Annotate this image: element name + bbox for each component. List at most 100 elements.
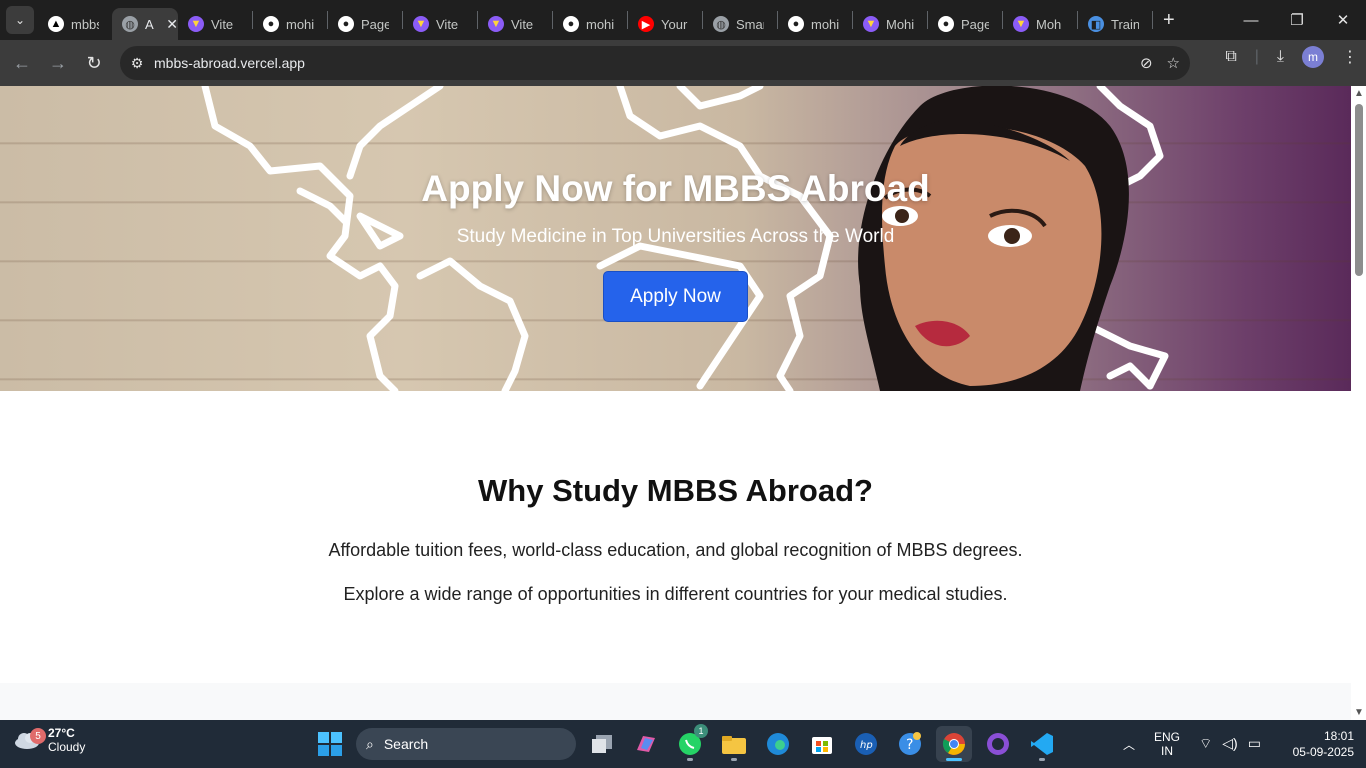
browser-tab[interactable]: ▲ mbbs (38, 8, 112, 40)
browser-tab[interactable]: ▼ Vite (178, 8, 252, 40)
weather-widget[interactable]: 5 27°C Cloudy (14, 726, 85, 754)
browser-tab[interactable]: ● Page (928, 8, 1002, 40)
scrollbar-thumb[interactable] (1355, 104, 1363, 276)
globe-icon: ◍ (713, 16, 729, 32)
tab-title: mbbs (71, 16, 99, 32)
browser-tab[interactable]: ◧ Train (1078, 8, 1152, 40)
browser-tab[interactable]: ▼ Vite (478, 8, 552, 40)
browser-tab[interactable]: ◍ A ✕ (112, 8, 178, 40)
file-explorer-icon[interactable] (716, 726, 752, 762)
next-section (0, 683, 1351, 720)
browser-tab[interactable]: ● mohi (778, 8, 852, 40)
back-button[interactable]: ← (4, 45, 40, 81)
weather-temp: 27°C (48, 726, 75, 740)
profile-avatar[interactable]: m (1302, 46, 1324, 68)
apply-now-button[interactable]: Apply Now (603, 271, 748, 322)
browser-tab[interactable]: ● mohi (553, 8, 627, 40)
region-code: IN (1161, 744, 1173, 758)
tab-strip: ⌄ ▲ mbbs ◍ A ✕ ▼ Vite ● mohi ● Page ▼ Vite ▼ Vite ● mohi… (0, 0, 1366, 40)
download-icon[interactable]: ⤓ (1277, 48, 1284, 66)
eye-off-icon[interactable]: ⊘ (1140, 54, 1153, 72)
tab-title: mohi (811, 16, 839, 32)
app-icon: ◧ (1088, 16, 1104, 32)
tab-title: Your (661, 16, 688, 32)
youtube-icon: ▶ (638, 16, 654, 32)
browser-tab[interactable]: ◍ Smar (703, 8, 777, 40)
task-view-icon[interactable] (584, 726, 620, 762)
new-tab-button[interactable]: + (1163, 9, 1175, 32)
quick-settings[interactable]: ⌔ ◁) ▭ (1190, 735, 1270, 753)
toolbar-divider: | (1254, 48, 1259, 65)
edge-icon[interactable] (760, 726, 796, 762)
extensions-icon[interactable]: ⧉ (1225, 48, 1236, 66)
chevron-up-icon[interactable]: ︿ (1114, 736, 1144, 753)
taskbar-search[interactable]: ⌕ Search (356, 728, 576, 760)
vite-icon: ▼ (413, 16, 429, 32)
taskbar-apps: ⌕ Search 1 hp ? (312, 724, 1060, 762)
browser-tab[interactable]: ● mohi (253, 8, 327, 40)
github-icon: ● (788, 16, 804, 32)
copilot-icon[interactable] (628, 726, 664, 762)
close-window-button[interactable]: ✕ (1320, 0, 1366, 40)
browser-tab[interactable]: ▶ Your (628, 8, 702, 40)
bookmark-star-icon[interactable]: ☆ (1167, 54, 1180, 72)
page-viewport: Apply Now for MBBS Abroad Study Medicine… (0, 86, 1351, 720)
reload-button[interactable]: ↻ (76, 45, 112, 81)
scroll-down-arrow-icon[interactable]: ▼ (1354, 707, 1364, 718)
hero-section: Apply Now for MBBS Abroad Study Medicine… (0, 86, 1351, 391)
forward-button[interactable]: → (40, 45, 76, 81)
tab-title: Vite (511, 16, 534, 32)
clock-time: 18:01 (1323, 729, 1354, 743)
address-bar[interactable]: ⚙ mbbs-abroad.vercel.app ⊘ ☆ (120, 46, 1190, 80)
github-desktop-icon[interactable] (980, 726, 1016, 762)
close-tab-icon[interactable]: ✕ (166, 16, 178, 33)
hero-title: Apply Now for MBBS Abroad (421, 168, 930, 209)
help-icon[interactable]: ? (892, 726, 928, 762)
clock[interactable]: 18:01 05-09-2025 (1270, 728, 1366, 760)
windows-taskbar: 5 27°C Cloudy ⌕ Search 1 hp ? ︿ ENG IN ⌔… (0, 720, 1366, 768)
window-controls: — ❐ ✕ (1228, 0, 1366, 40)
site-info-icon[interactable]: ⚙ (120, 55, 154, 72)
scroll-up-arrow-icon[interactable]: ▲ (1354, 88, 1364, 99)
language-indicator[interactable]: ENG IN (1144, 730, 1190, 758)
browser-tab[interactable]: ▼ Mohi (853, 8, 927, 40)
why-paragraph-2: Explore a wide range of opportunities in… (343, 584, 1008, 604)
tab-search-button[interactable]: ⌄ (6, 6, 34, 34)
github-icon: ● (263, 16, 279, 32)
maximize-button[interactable]: ❐ (1274, 0, 1320, 40)
active-indicator (946, 758, 962, 761)
search-icon: ⌕ (366, 735, 374, 752)
tab-title: Mohi (886, 16, 914, 32)
tab-title: Smar (736, 16, 764, 32)
tab-title: Vite (211, 16, 234, 32)
store-icon[interactable] (804, 726, 840, 762)
browser-tab[interactable]: ▼ Vite (403, 8, 477, 40)
menu-icon[interactable]: ⋮ (1342, 47, 1358, 67)
browser-tab[interactable]: ● Page (328, 8, 402, 40)
tab-separator (1152, 11, 1153, 29)
windows-start-icon[interactable] (312, 726, 348, 762)
vscode-icon[interactable] (1024, 726, 1060, 762)
chrome-icon[interactable] (936, 726, 972, 762)
minimize-button[interactable]: — (1228, 0, 1274, 40)
whatsapp-icon[interactable]: 1 (672, 724, 708, 762)
tab-title: A (145, 16, 154, 32)
clock-date: 05-09-2025 (1292, 745, 1354, 759)
whatsapp-badge: 1 (694, 724, 708, 738)
tab-title: mohi (286, 16, 314, 32)
tab-title: Page (961, 16, 989, 32)
tab-title: Page (361, 16, 389, 32)
url-text[interactable]: mbbs-abroad.vercel.app (154, 55, 305, 71)
tab-title: mohi (586, 16, 614, 32)
browser-tab[interactable]: ▼ Moh (1003, 8, 1077, 40)
svg-text:?: ? (906, 737, 913, 753)
system-tray: ︿ ENG IN ⌔ ◁) ▭ 18:01 05-09-2025 (1114, 720, 1366, 768)
volume-icon: ◁) (1222, 735, 1238, 751)
why-heading: Why Study MBBS Abroad? (478, 473, 873, 508)
running-indicator (1039, 758, 1045, 761)
tab-title: Train (1111, 16, 1139, 32)
weather-desc: Cloudy (48, 740, 86, 754)
cloud-icon: 5 (14, 728, 46, 750)
page-scrollbar[interactable]: ▲ ▼ (1351, 86, 1366, 720)
hp-icon[interactable]: hp (848, 726, 884, 762)
